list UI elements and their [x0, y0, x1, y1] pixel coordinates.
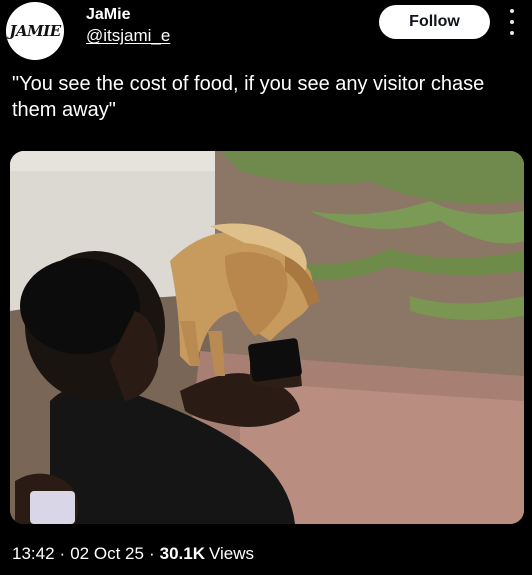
more-vertical-icon[interactable]	[506, 9, 518, 35]
follow-button[interactable]: Follow	[379, 5, 490, 39]
display-name[interactable]: JaMie	[86, 6, 130, 24]
avatar[interactable]: JAMIE	[6, 2, 64, 60]
post-time: 13:42	[12, 544, 55, 563]
meta-separator: ·	[59, 544, 66, 563]
post-text: "You see the cost of food, if you see an…	[12, 73, 485, 121]
post-meta: 13:42 · 02 Oct 25 · 30.1K Views	[12, 544, 254, 564]
views-label: Views	[208, 544, 255, 563]
post-date: 02 Oct 25	[70, 544, 144, 563]
avatar-logo-text: JAMIE	[9, 22, 61, 40]
meta-separator: ·	[148, 544, 155, 563]
views-count: 30.1K	[159, 544, 205, 563]
post-image[interactable]	[10, 151, 524, 524]
user-handle[interactable]: @itsjami_e	[86, 26, 170, 46]
